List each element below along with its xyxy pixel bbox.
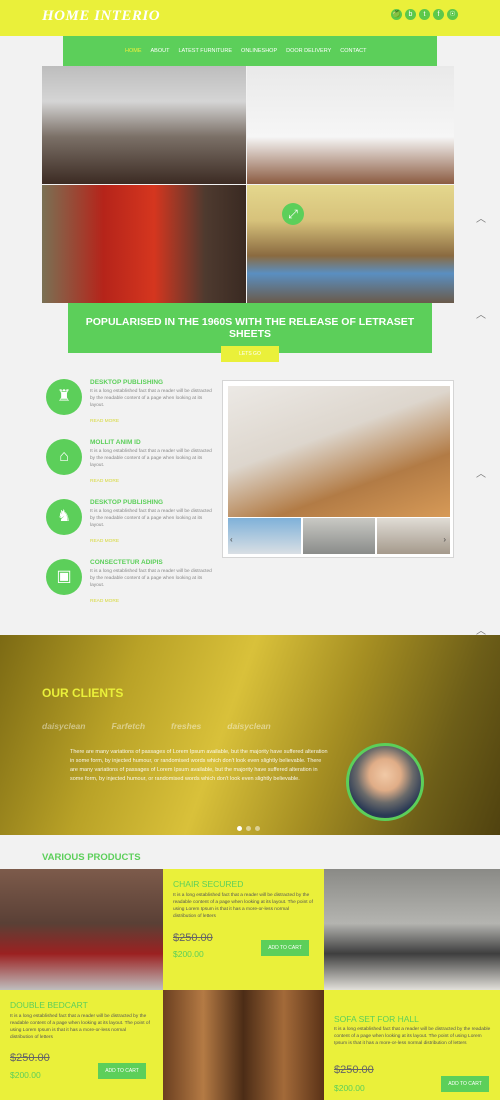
feature-title: DESKTOP PUBLISHING	[90, 379, 164, 386]
old-price: $250.00	[10, 1052, 50, 1064]
read-more-link[interactable]: READ MORE	[90, 479, 119, 484]
product-title[interactable]: DOUBLE BEDCART	[10, 1000, 88, 1010]
nav-about[interactable]: ABOUT	[151, 48, 170, 54]
gallery-thumb[interactable]	[302, 518, 376, 554]
read-more-link[interactable]: READ MORE	[90, 539, 119, 544]
carousel-dot[interactable]	[237, 826, 242, 831]
product-card-chair: CHAIR SECURED It is a long established f…	[163, 869, 324, 990]
read-more-link[interactable]: READ MORE	[90, 599, 119, 604]
feature-desc: It is a long established fact that a rea…	[90, 389, 212, 408]
chevron-up-icon[interactable]: ︿	[476, 465, 486, 480]
feature-title: DESKTOP PUBLISHING	[90, 499, 164, 506]
lets-go-button[interactable]: LETS GO	[221, 346, 279, 362]
new-price: $200.00	[173, 949, 204, 959]
product-title[interactable]: CHAIR SECURED	[173, 879, 243, 889]
bedside-table-icon: ▣	[46, 559, 82, 595]
read-more-link[interactable]: READ MORE	[90, 419, 119, 424]
feature-item: ▣ CONSECTETUR ADIPIS It is a long establ…	[46, 559, 216, 619]
chairs-product-image	[163, 990, 324, 1100]
product-desc: It is a long established fact that a rea…	[334, 1027, 491, 1046]
old-price: $250.00	[334, 1064, 374, 1076]
gallery-thumbnails	[228, 518, 451, 554]
gallery-thumb[interactable]	[377, 518, 451, 554]
add-to-cart-button[interactable]: ADD TO CART	[261, 940, 309, 956]
client-logo: Farfetch	[111, 721, 146, 731]
product-desc: It is a long established fact that a rea…	[10, 1014, 150, 1040]
feature-title: CONSECTETUR ADIPIS	[90, 559, 163, 566]
twitter-icon[interactable]: t	[419, 9, 430, 20]
banner-title: POPULARISED IN THE 1960S WITH THE RELEAS…	[85, 316, 415, 340]
feature-desc: It is a long established fact that a rea…	[90, 569, 212, 588]
add-to-cart-button[interactable]: ADD TO CART	[441, 1076, 489, 1092]
testimonial-text: There are many variations of passages of…	[70, 749, 328, 782]
nav-onlineshop[interactable]: ONLINESHOP	[241, 48, 277, 54]
expand-icon[interactable]: ⤢	[282, 203, 304, 225]
carousel-dot[interactable]	[246, 826, 251, 831]
chevron-up-icon[interactable]: ︿	[476, 622, 486, 637]
office-chair-icon: ♜	[46, 379, 82, 415]
feature-item: ⌂ MOLLIT ANIM ID It is a long establishe…	[46, 439, 216, 499]
bedroom-product-image	[0, 869, 163, 990]
social-links: 🍏 b t f ☉	[391, 9, 458, 20]
arrow-right-icon[interactable]: ›	[443, 535, 446, 544]
lounge-chair-image	[247, 66, 454, 184]
feature-item: ♞ DESKTOP PUBLISHING It is a long establ…	[46, 499, 216, 559]
client-logo: daisyclean	[42, 721, 86, 731]
new-price: $200.00	[334, 1083, 365, 1093]
client-logos: daisyclean Farfetch freshes daisyclean	[42, 721, 271, 731]
client-logo: freshes	[171, 721, 202, 731]
top-bar: HOME INTERIO 🍏 b t f ☉	[0, 0, 500, 36]
products-title: VARIOUS PRODUCTS	[42, 852, 141, 863]
product-card-sofa: SOFA SET FOR HALL It is a long establish…	[324, 990, 500, 1100]
nav-door-delivery[interactable]: DOOR DELIVERY	[286, 48, 331, 54]
armchair-icon: ⌂	[46, 439, 82, 475]
arrow-left-icon[interactable]: ‹	[230, 535, 233, 544]
main-nav: HOME ABOUT LATEST FURNITURE ONLINESHOP D…	[63, 36, 437, 66]
add-to-cart-button[interactable]: ADD TO CART	[98, 1063, 146, 1079]
blogger-icon[interactable]: b	[405, 9, 416, 20]
facebook-icon[interactable]: f	[433, 9, 444, 20]
dining-set-icon: ♞	[46, 499, 82, 535]
red-armchair-image	[42, 185, 246, 303]
promo-banner: POPULARISED IN THE 1960S WITH THE RELEAS…	[68, 303, 432, 362]
nav-latest-furniture[interactable]: LATEST FURNITURE	[178, 48, 232, 54]
hall-product-image	[324, 869, 500, 990]
new-price: $200.00	[10, 1070, 41, 1080]
product-title[interactable]: SOFA SET FOR HALL	[334, 1014, 419, 1024]
chevron-up-icon[interactable]: ︿	[476, 210, 486, 225]
image-gallery: ‹ ›	[222, 380, 454, 558]
feature-desc: It is a long established fact that a rea…	[90, 509, 212, 528]
chevron-up-icon[interactable]: ︿	[476, 306, 486, 321]
gallery-thumb[interactable]	[228, 518, 301, 554]
nav-contact[interactable]: CONTACT	[340, 48, 366, 54]
carousel-dot[interactable]	[255, 826, 260, 831]
carousel-dots	[237, 826, 260, 831]
clients-title: OUR CLIENTS	[42, 686, 124, 700]
bedroom-image: ⤢	[247, 185, 454, 303]
nav-home[interactable]: HOME	[125, 48, 142, 54]
feature-item: ♜ DESKTOP PUBLISHING It is a long establ…	[46, 379, 216, 439]
dribbble-icon[interactable]: ☉	[447, 9, 458, 20]
feature-desc: It is a long established fact that a rea…	[90, 449, 212, 468]
client-logo: daisyclean	[227, 721, 271, 731]
avatar	[346, 743, 424, 821]
dining-room-image	[42, 66, 246, 184]
gallery-main-image	[228, 386, 450, 517]
feature-title: MOLLIT ANIM ID	[90, 439, 141, 446]
product-desc: It is a long established fact that a rea…	[173, 893, 313, 919]
apple-icon[interactable]: 🍏	[391, 9, 402, 20]
clients-section: OUR CLIENTS daisyclean Farfetch freshes …	[0, 635, 500, 835]
site-logo[interactable]: HOME INTERIO	[42, 8, 160, 25]
old-price: $250.00	[173, 932, 213, 944]
product-card-bedcart: DOUBLE BEDCART It is a long established …	[0, 990, 163, 1100]
